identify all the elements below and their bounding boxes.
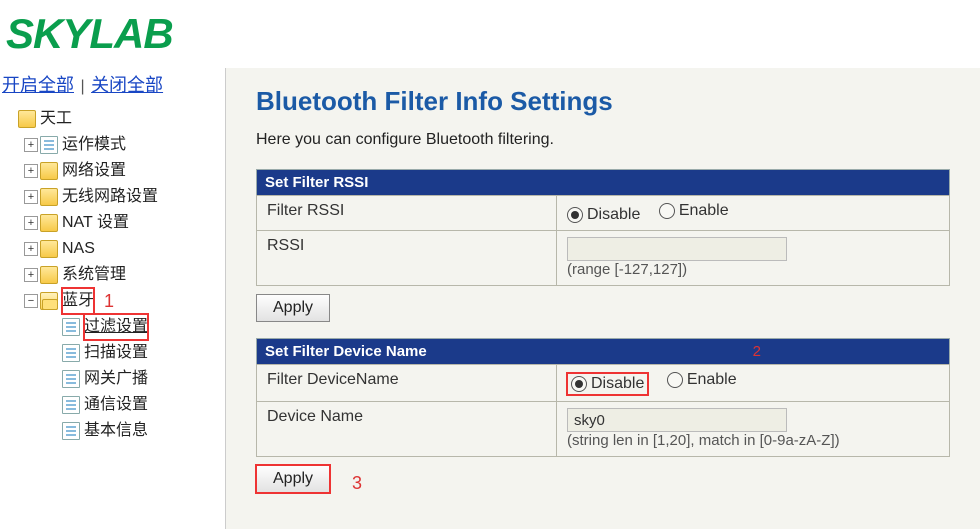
radio-icon xyxy=(567,207,583,223)
tree-label: 无线网路设置 xyxy=(62,184,158,210)
separator: | xyxy=(78,78,86,95)
tree-label: 基本信息 xyxy=(84,418,148,444)
tree-label: 网关广播 xyxy=(84,366,148,392)
page-icon xyxy=(62,422,80,440)
tree-label: NAT 设置 xyxy=(62,210,129,236)
logo-area: SKYLAB xyxy=(0,0,980,68)
rssi-hint: (range [-127,127]) xyxy=(567,261,687,278)
radio-enable[interactable]: Enable xyxy=(659,202,729,220)
section-header-text: Set Filter Device Name xyxy=(265,343,427,360)
tree-label: 网络设置 xyxy=(62,158,126,184)
tree-item-nas[interactable]: + NAS xyxy=(2,236,223,262)
rssi-label: RSSI xyxy=(257,231,557,286)
tree-label: 运作模式 xyxy=(62,132,126,158)
expand-icon[interactable]: + xyxy=(24,164,38,178)
close-all-link[interactable]: 关闭全部 xyxy=(91,75,163,95)
tree-item-bt-comm[interactable]: 通信设置 xyxy=(2,392,223,418)
tree-item-bluetooth[interactable]: − 蓝牙 1 xyxy=(2,288,223,314)
annotation-3: 3 xyxy=(330,473,362,494)
apply-rssi-button[interactable]: Apply xyxy=(256,294,330,322)
radio-icon xyxy=(659,203,675,219)
filter-devname-options: Disable Enable xyxy=(557,365,950,402)
tree-item-mode[interactable]: + 运作模式 xyxy=(2,132,223,158)
folder-open-icon xyxy=(40,292,58,310)
tree-item-bt-gateway[interactable]: 网关广播 xyxy=(2,366,223,392)
tree-item-sysmgmt[interactable]: + 系统管理 xyxy=(2,262,223,288)
tree-item-bt-basic[interactable]: 基本信息 xyxy=(2,418,223,444)
devname-label: Device Name xyxy=(257,402,557,457)
radio-enable[interactable]: Enable xyxy=(667,371,737,389)
apply-devname-button[interactable]: Apply xyxy=(256,465,330,493)
page-icon xyxy=(62,344,80,362)
tree-label: 扫描设置 xyxy=(84,340,148,366)
main-content: Bluetooth Filter Info Settings Here you … xyxy=(225,68,980,529)
filter-rssi-options: Disable Enable xyxy=(557,196,950,231)
open-all-link[interactable]: 开启全部 xyxy=(2,75,74,95)
tree-label: NAS xyxy=(62,236,95,262)
tree-label: 蓝牙 xyxy=(62,288,94,314)
expand-icon[interactable]: + xyxy=(24,138,38,152)
radio-label: Disable xyxy=(591,375,644,393)
tree-item-network[interactable]: + 网络设置 xyxy=(2,158,223,184)
filter-devname-label: Filter DeviceName xyxy=(257,365,557,402)
expand-icon xyxy=(46,398,60,412)
folder-icon xyxy=(40,188,58,206)
radio-disable[interactable]: Disable xyxy=(567,373,648,395)
devname-value-cell: (string len in [1,20], match in [0-9a-zA… xyxy=(557,402,950,457)
annotation-2: 2 xyxy=(753,343,941,360)
radio-disable[interactable]: Disable xyxy=(567,206,640,224)
tree-root[interactable]: 天工 xyxy=(2,106,223,132)
expand-icon[interactable]: + xyxy=(24,190,38,204)
rssi-input[interactable] xyxy=(567,237,787,261)
page-icon xyxy=(40,136,58,154)
sidebar: 开启全部 | 关闭全部 天工 + 运作模式 + 网络设置 + xyxy=(0,68,225,529)
tree-item-bt-filter[interactable]: 过滤设置 xyxy=(2,314,223,340)
radio-label: Enable xyxy=(687,371,737,389)
expand-icon[interactable]: + xyxy=(24,242,38,256)
filter-devname-section: Set Filter Device Name 2 Filter DeviceNa… xyxy=(256,338,950,457)
nav-tree: 天工 + 运作模式 + 网络设置 + 无线网路设置 + NAT 设置 xyxy=(2,106,223,444)
folder-icon xyxy=(40,162,58,180)
filter-rssi-label: Filter RSSI xyxy=(257,196,557,231)
folder-icon xyxy=(40,214,58,232)
radio-icon xyxy=(667,372,683,388)
folder-icon xyxy=(40,266,58,284)
expand-icon xyxy=(46,372,60,386)
tree-item-bt-scan[interactable]: 扫描设置 xyxy=(2,340,223,366)
tree-label: 过滤设置 xyxy=(84,314,148,340)
radio-icon xyxy=(571,376,587,392)
rssi-value-cell: (range [-127,127]) xyxy=(557,231,950,286)
expand-icon xyxy=(46,346,60,360)
expand-icon xyxy=(2,112,16,126)
radio-label: Enable xyxy=(679,202,729,220)
folder-icon xyxy=(18,110,36,128)
tree-label: 天工 xyxy=(40,106,72,132)
tree-toggle-links: 开启全部 | 关闭全部 xyxy=(2,72,223,100)
section-header: Set Filter RSSI xyxy=(257,170,950,196)
radio-label: Disable xyxy=(587,206,640,224)
tree-item-nat[interactable]: + NAT 设置 xyxy=(2,210,223,236)
page-title: Bluetooth Filter Info Settings xyxy=(256,86,950,117)
devname-input[interactable] xyxy=(567,408,787,432)
filter-rssi-section: Set Filter RSSI Filter RSSI Disable Enab… xyxy=(256,169,950,286)
logo-text: SKYLAB xyxy=(6,10,173,57)
expand-icon[interactable]: + xyxy=(24,268,38,282)
annotation-1: 1 xyxy=(94,288,114,314)
expand-icon[interactable]: + xyxy=(24,216,38,230)
section-header: Set Filter Device Name 2 xyxy=(257,339,950,365)
tree-label: 通信设置 xyxy=(84,392,148,418)
page-icon xyxy=(62,370,80,388)
expand-icon xyxy=(46,320,60,334)
tree-item-wireless[interactable]: + 无线网路设置 xyxy=(2,184,223,210)
page-icon xyxy=(62,318,80,336)
folder-icon xyxy=(40,240,58,258)
expand-icon xyxy=(46,424,60,438)
devname-hint: (string len in [1,20], match in [0-9a-zA… xyxy=(567,432,840,449)
page-subtitle: Here you can configure Bluetooth filteri… xyxy=(256,131,950,149)
page-icon xyxy=(62,396,80,414)
tree-label: 系统管理 xyxy=(62,262,126,288)
collapse-icon[interactable]: − xyxy=(24,294,38,308)
